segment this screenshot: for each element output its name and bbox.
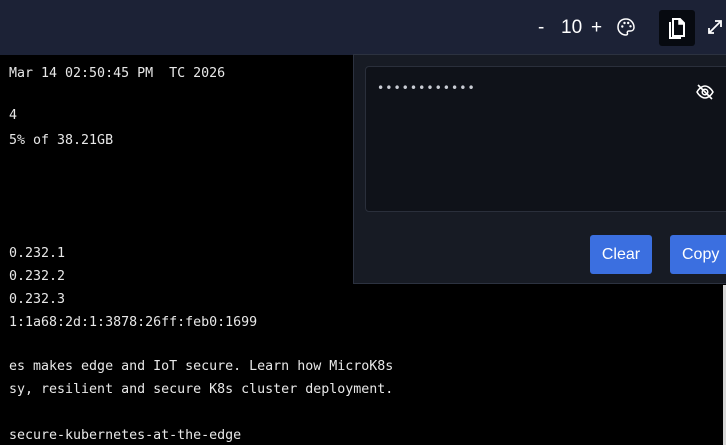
zoom-level: 10 [561, 17, 583, 38]
terminal-line: Mar 14 02:50:45 PM TC 2026 [9, 66, 226, 81]
terminal-line: 0.232.3 [9, 292, 66, 307]
terminal-line: 5% of 38.21GB [9, 133, 114, 148]
zoom-out-button[interactable]: - [538, 16, 544, 40]
copy-button[interactable]: Copy [670, 235, 726, 274]
terminal-line: 0.232.1 [9, 246, 66, 261]
top-toolbar: - 10 + [0, 0, 726, 55]
palette-icon[interactable] [612, 12, 640, 42]
terminal-line: 0.232.2 [9, 269, 66, 284]
clipboard-text-area[interactable]: •••••••••••• [365, 66, 726, 212]
zoom-in-button[interactable]: + [591, 16, 602, 40]
terminal-line: 4 [9, 108, 18, 123]
clipboard-panel: •••••••••••• Clear Copy [353, 54, 726, 284]
expand-icon[interactable] [704, 12, 726, 42]
terminal-line: 1:1a68:2d:1:3878:26ff:feb0:1699 [9, 315, 258, 330]
clipboard-icon[interactable] [659, 10, 695, 46]
eye-off-icon[interactable] [695, 82, 715, 102]
terminal-line: es makes edge and IoT secure. Learn how … [9, 359, 394, 374]
terminal-line: sy, resilient and secure K8s cluster dep… [9, 382, 394, 397]
clipboard-masked-value: •••••••••••• [377, 81, 476, 95]
clear-button[interactable]: Clear [590, 235, 652, 274]
terminal-line: secure-kubernetes-at-the-edge [9, 428, 242, 443]
